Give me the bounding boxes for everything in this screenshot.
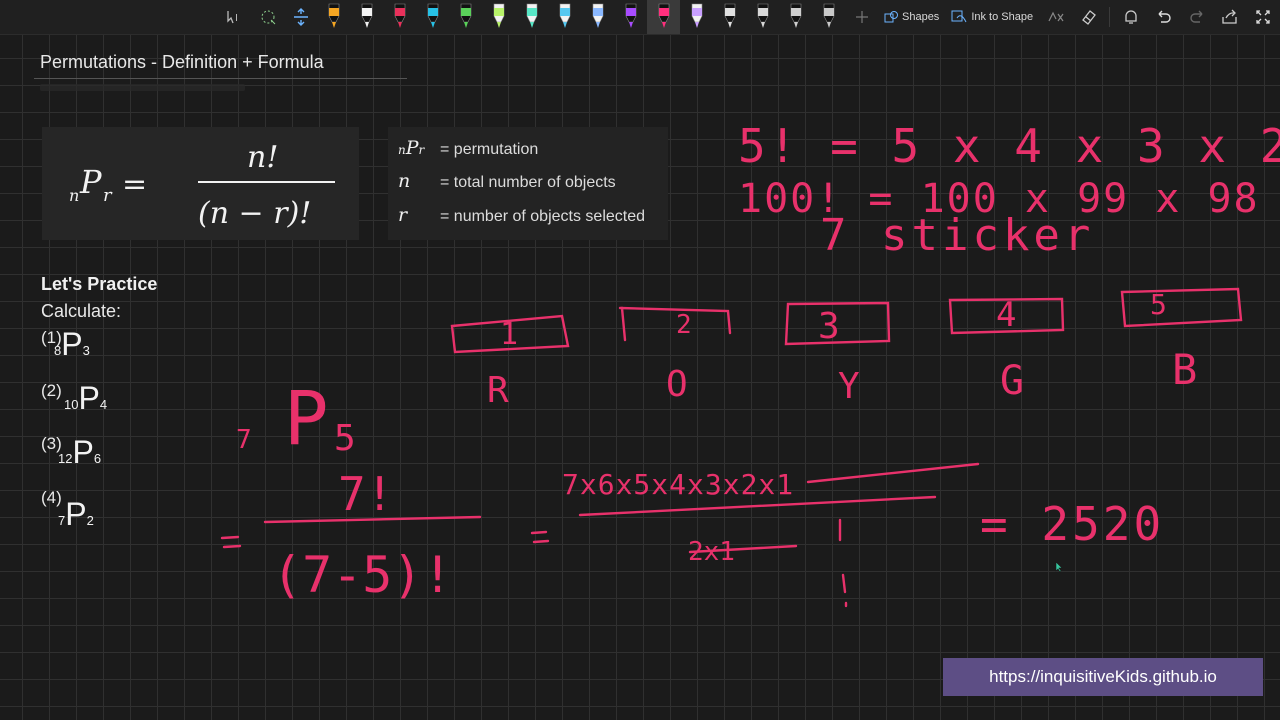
problem-1-expression: 8P3 [54,326,90,362]
pen-strip [317,0,845,34]
formula-legend: nPr = permutation n = total number of obje… [388,127,668,240]
legend-text: = total number of objects [440,174,616,191]
legend-row-n: n = total number of objects [398,170,616,192]
legend-row-r: r = number of objects selected [398,204,645,226]
pen-white-3-icon[interactable] [746,0,779,34]
svg-text:=: = [122,167,147,202]
toolbar-separator [1109,7,1111,27]
formula-card: n P r = n! (n − r)! [42,127,359,240]
undo-icon[interactable] [1147,0,1180,34]
svg-text:I: I [235,13,238,24]
problem-4-expression: 7P2 [58,496,94,532]
ink-to-shape-button[interactable]: Ink to Shape [945,0,1039,34]
pen-red-icon[interactable] [383,0,416,34]
redo-icon[interactable] [1180,0,1213,34]
pen-pink-selected-icon[interactable] [647,0,680,34]
legend-symbol-npr: nPr [398,137,425,159]
pen-white-icon[interactable] [350,0,383,34]
svg-text:n!: n! [247,140,278,175]
legend-symbol-n: n [398,170,411,192]
highlighter-lime-icon[interactable] [482,0,515,34]
shapes-button[interactable]: Shapes [878,0,945,34]
highlighter-sky-icon[interactable] [548,0,581,34]
add-pen-icon[interactable] [845,0,878,34]
mouse-cursor-icon [1055,561,1063,573]
svg-text:(n − r)!: (n − r)! [198,196,311,231]
problem-2-expression: 10P4 [64,380,108,416]
title-underline [34,78,407,79]
legend-text: = number of objects selected [440,208,646,225]
ink-to-shape-label: Ink to Shape [971,11,1034,23]
share-icon[interactable] [1213,0,1246,34]
website-url-badge[interactable]: https://inquisitiveKids.github.io [943,658,1263,696]
practice-heading: Let's Practice [41,274,158,294]
ink-to-shape-icon [951,10,967,23]
pen-purple-icon[interactable] [614,0,647,34]
shapes-icon [884,11,898,23]
pen-white-5-icon[interactable] [812,0,845,34]
practice-subheading: Calculate: [41,301,122,321]
problem-2-number: (2) [41,381,62,400]
highlighter-blue-icon[interactable] [581,0,614,34]
legend-symbol-r: r [398,204,408,226]
ink-to-math-icon[interactable] [1039,0,1072,34]
pen-green-icon[interactable] [449,0,482,34]
ink-toolbar: I Shapes Ink to Shape [0,0,1280,35]
lasso-select-icon[interactable] [251,0,284,34]
text-select-icon[interactable]: I [218,0,251,34]
permutation-formula: n P r = n! (n − r)! [69,140,335,231]
highlighter-violet-icon[interactable] [680,0,713,34]
svg-text:r: r [103,185,113,206]
shapes-label: Shapes [902,11,940,23]
legend-text: = permutation [440,141,539,158]
problem-3-expression: 12P6 [58,434,102,470]
date-time-line [40,84,245,91]
eraser-icon[interactable] [1072,0,1105,34]
pen-cyan-icon[interactable] [416,0,449,34]
page-title: Permutations - Definition + Formula [40,52,324,72]
svg-text:n: n [69,186,79,205]
svg-text:P: P [79,163,102,201]
pen-orange-black-icon[interactable] [317,0,350,34]
pen-white-4-icon[interactable] [779,0,812,34]
bell-icon[interactable] [1114,0,1147,34]
pen-white-2-icon[interactable] [713,0,746,34]
fullscreen-icon[interactable] [1246,0,1279,34]
add-space-icon[interactable] [284,0,317,34]
legend-row-permutation: nPr = permutation [398,137,538,159]
highlighter-aqua-icon[interactable] [515,0,548,34]
